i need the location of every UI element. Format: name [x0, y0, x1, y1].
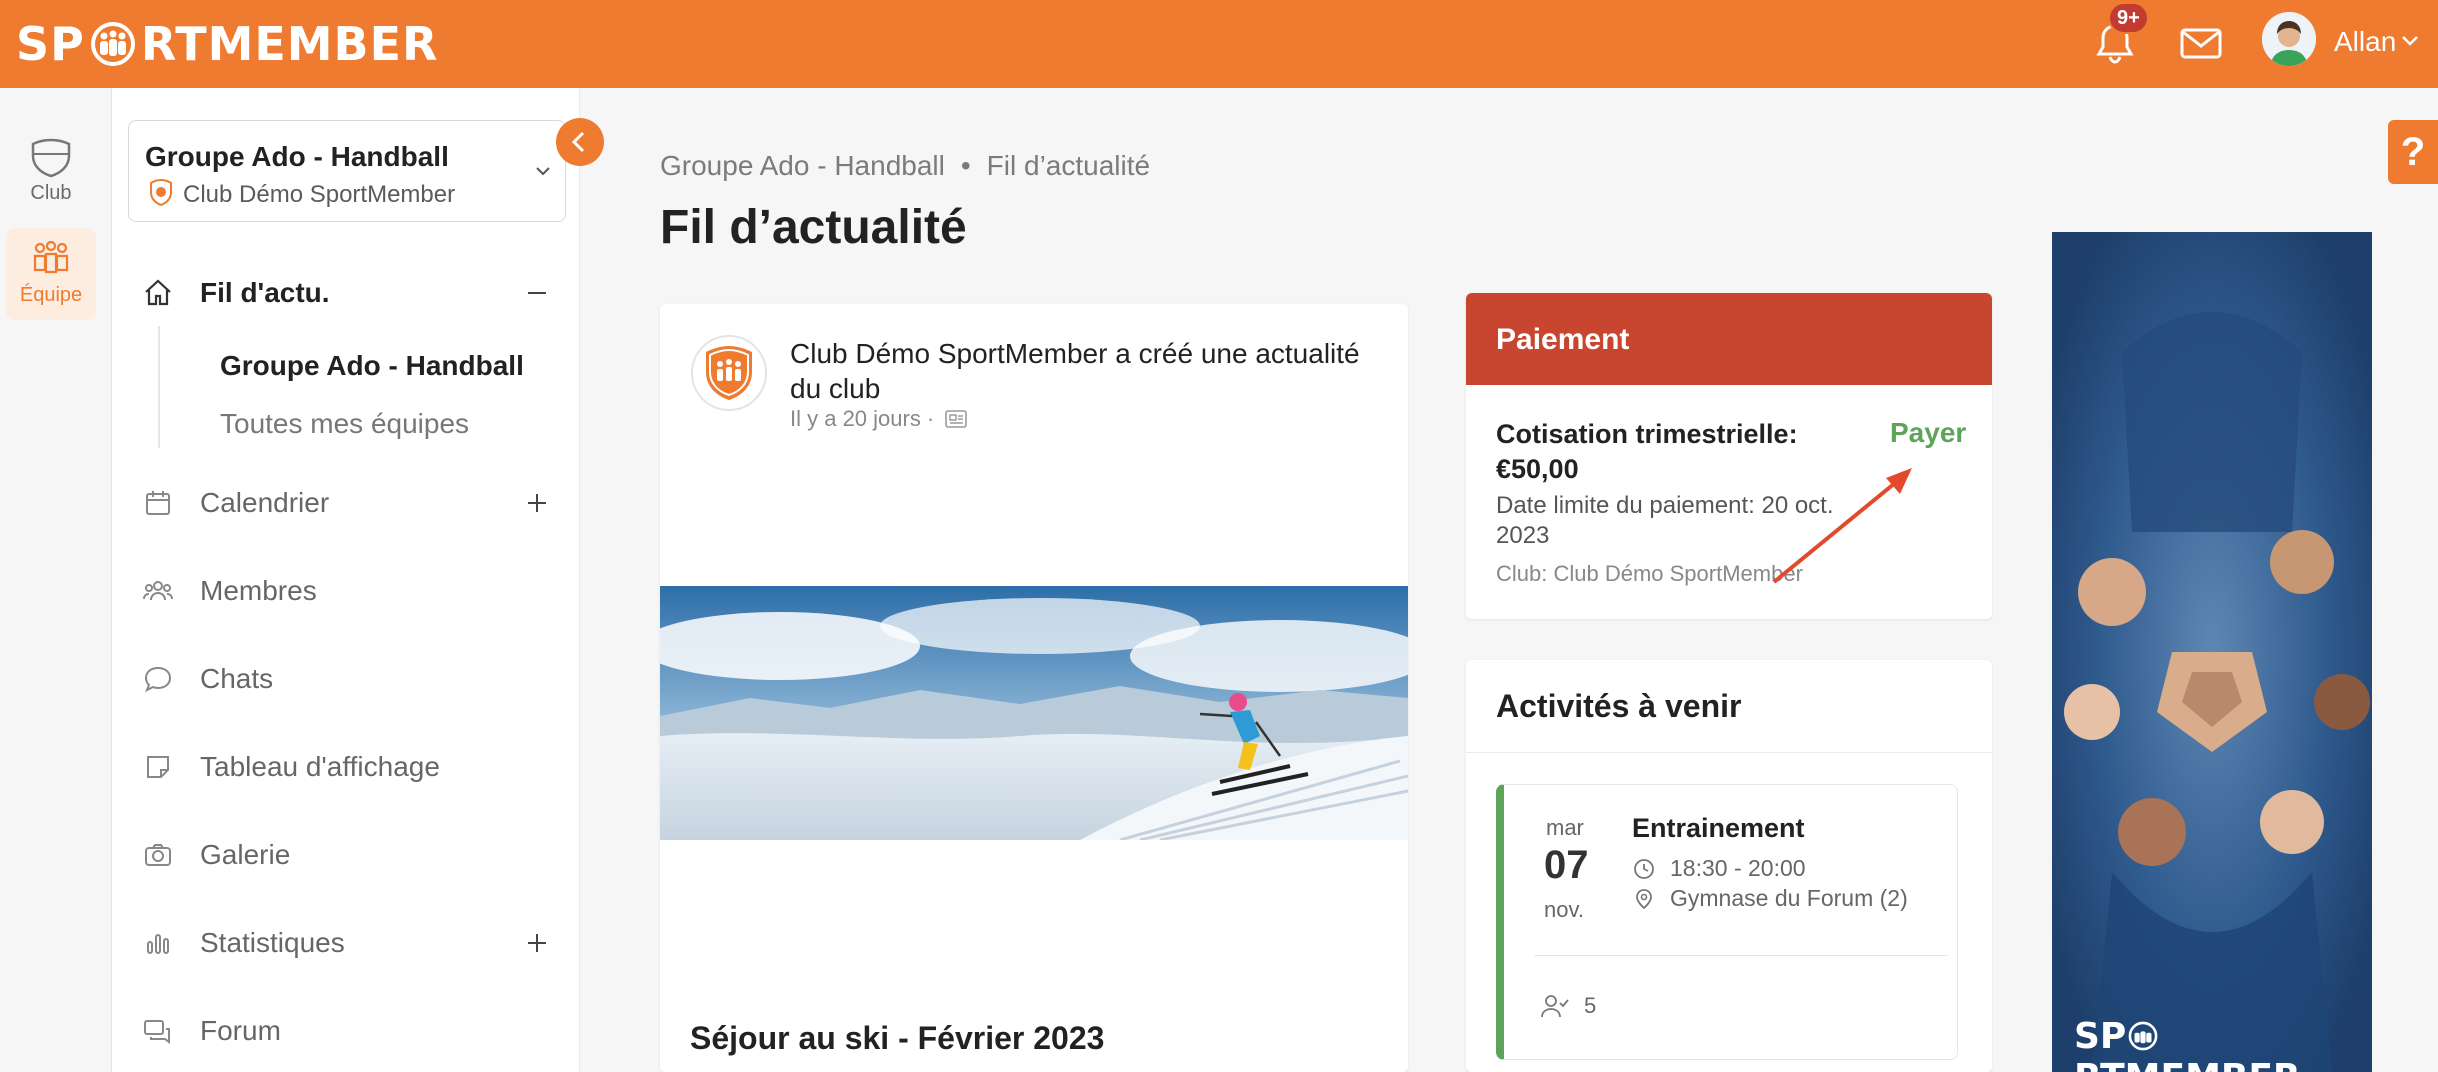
annotation-arrow [1772, 468, 1912, 584]
plus-icon[interactable] [526, 932, 548, 954]
breadcrumb-separator: • [960, 150, 971, 181]
forum-icon [144, 1020, 170, 1044]
clock-icon [1634, 858, 1654, 879]
mail-icon[interactable] [2178, 20, 2224, 66]
post-meta: Il y a 20 jours · [790, 406, 968, 432]
plus-icon[interactable] [526, 492, 548, 514]
calendar-icon [146, 491, 170, 515]
rail-club-label: Club [30, 182, 72, 204]
nav-label-feed: Fil d'actu. [200, 277, 330, 308]
upcoming-activities-card: Activités à venir mar 07 nov. Entraineme… [1466, 660, 1992, 1072]
post-title[interactable]: Séjour au ski - Février 2023 [690, 1020, 1104, 1057]
breadcrumb: Groupe Ado - Handball • Fil d’actualité [660, 150, 1150, 182]
chevron-left-icon [571, 131, 585, 153]
sub-item-all-teams[interactable]: Toutes mes équipes [220, 408, 469, 440]
logo-text-right: RTMEMBER [140, 17, 439, 71]
nav-label-chats: Chats [200, 663, 274, 694]
nav-item-statistics[interactable]: Statistiques [142, 918, 345, 968]
event-day: 07 [1544, 843, 1589, 887]
group-title: Groupe Ado - Handball [145, 141, 449, 172]
club-logo-avatar [691, 335, 767, 411]
team-people-icon [33, 240, 69, 274]
ski-photo[interactable] [660, 586, 1408, 840]
page-title: Fil d’actualité [660, 201, 967, 254]
nav-item-members[interactable]: Membres [142, 566, 317, 616]
logo-people-icon [2128, 1021, 2158, 1051]
bar-chart-icon [147, 934, 169, 954]
user-avatar-icon [2262, 12, 2316, 66]
user-avatar[interactable] [2262, 12, 2316, 66]
logo-text-left: SP [16, 17, 85, 71]
activities-divider [1466, 752, 1992, 753]
logo-people-icon [90, 22, 135, 66]
event-time-text: 18:30 - 20:00 [1670, 855, 1806, 881]
top-bar: SP RTMEMBER 9+ Allan [0, 0, 2438, 88]
minus-icon[interactable] [526, 282, 548, 304]
group-club-name: Club Démo SportMember [183, 181, 456, 208]
event-title: Entrainement [1632, 813, 1805, 843]
payment-club: Club: Club Démo SportMember [1496, 561, 1803, 586]
team-huddle-photo [2052, 232, 2372, 1072]
nav-label-calendar: Calendrier [200, 487, 330, 518]
event-time: 18:30 - 20:00 [1632, 855, 1806, 882]
rail-team-label: Équipe [19, 284, 83, 306]
ad-logo-left: SP [2074, 1016, 2127, 1057]
club-badge-icon [150, 179, 172, 207]
nav-item-feed[interactable]: Fil d'actu. [142, 268, 330, 318]
help-button[interactable]: ? [2388, 120, 2438, 184]
newspaper-icon [945, 410, 967, 428]
breadcrumb-current: Fil d’actualité [986, 150, 1151, 181]
nav-label-noticeboard: Tableau d'affichage [200, 751, 440, 782]
event-divider [1534, 955, 1948, 956]
user-name[interactable]: Allan [2334, 22, 2396, 62]
sub-nav-line [158, 326, 160, 448]
ad-logo: SP RTMEMBER [2074, 1016, 2372, 1072]
nav-item-calendar[interactable]: Calendrier [142, 478, 329, 528]
nav-label-gallery: Galerie [200, 839, 291, 870]
sidebar-collapse-button[interactable] [556, 118, 604, 166]
ad-logo-right: RTMEMBER [2074, 1057, 2301, 1072]
activities-header: Activités à venir [1496, 688, 1742, 724]
event-day-of-week: mar [1546, 815, 1584, 840]
sportmember-logo[interactable]: SP RTMEMBER [16, 12, 438, 76]
nav-label-forum: Forum [200, 1015, 281, 1046]
nav-item-noticeboard[interactable]: Tableau d'affichage [142, 742, 440, 792]
chat-bubble-icon [144, 666, 172, 693]
post-meta-separator: · [926, 406, 935, 431]
payment-header: Paiement [1466, 293, 1992, 385]
event-month: nov. [1544, 897, 1584, 922]
notification-badge[interactable]: 9+ [2108, 2, 2149, 34]
location-pin-icon [1636, 888, 1652, 909]
sticky-note-icon [147, 756, 169, 778]
nav-label-statistics: Statistiques [200, 927, 345, 958]
rail-item-club[interactable]: Club [6, 126, 96, 218]
nav-item-chats[interactable]: Chats [142, 654, 273, 704]
camera-icon [145, 844, 171, 866]
post-time: Il y a 20 jours [790, 406, 921, 431]
sportmember-ad-banner[interactable]: SP RTMEMBER [2052, 232, 2372, 1072]
group-selector[interactable]: Groupe Ado - Handball Club Démo SportMem… [128, 120, 566, 222]
sub-item-group[interactable]: Groupe Ado - Handball [220, 350, 524, 382]
event-card[interactable]: mar 07 nov. Entrainement 18:30 - 20:00 G… [1496, 784, 1958, 1060]
event-location: Gymnase du Forum (2) [1632, 885, 1908, 912]
user-check-icon [1541, 995, 1569, 1018]
event-location-text: Gymnase du Forum (2) [1670, 885, 1908, 911]
breadcrumb-parent[interactable]: Groupe Ado - Handball [660, 150, 945, 181]
nav-item-forum[interactable]: Forum [142, 1006, 281, 1056]
nav-label-members: Membres [200, 575, 317, 606]
nav-item-gallery[interactable]: Galerie [142, 830, 290, 880]
club-shield-icon [31, 138, 71, 178]
event-attendee-count: 5 [1584, 993, 1597, 1018]
pay-button[interactable]: Payer [1890, 417, 1966, 449]
members-icon [143, 581, 173, 601]
event-attendees: 5 [1540, 993, 1596, 1019]
icon-rail: Club Équipe [0, 88, 112, 1072]
post-author: Club Démo SportMember a créé une actuali… [790, 338, 1360, 404]
chevron-down-icon [536, 167, 550, 176]
home-icon [145, 279, 171, 306]
news-post-card[interactable]: Club Démo SportMember a créé une actuali… [660, 304, 1408, 1072]
sidebar: Groupe Ado - Handball Club Démo SportMem… [112, 88, 580, 1072]
chevron-down-icon[interactable] [2398, 28, 2422, 52]
rail-item-team[interactable]: Équipe [6, 228, 96, 320]
